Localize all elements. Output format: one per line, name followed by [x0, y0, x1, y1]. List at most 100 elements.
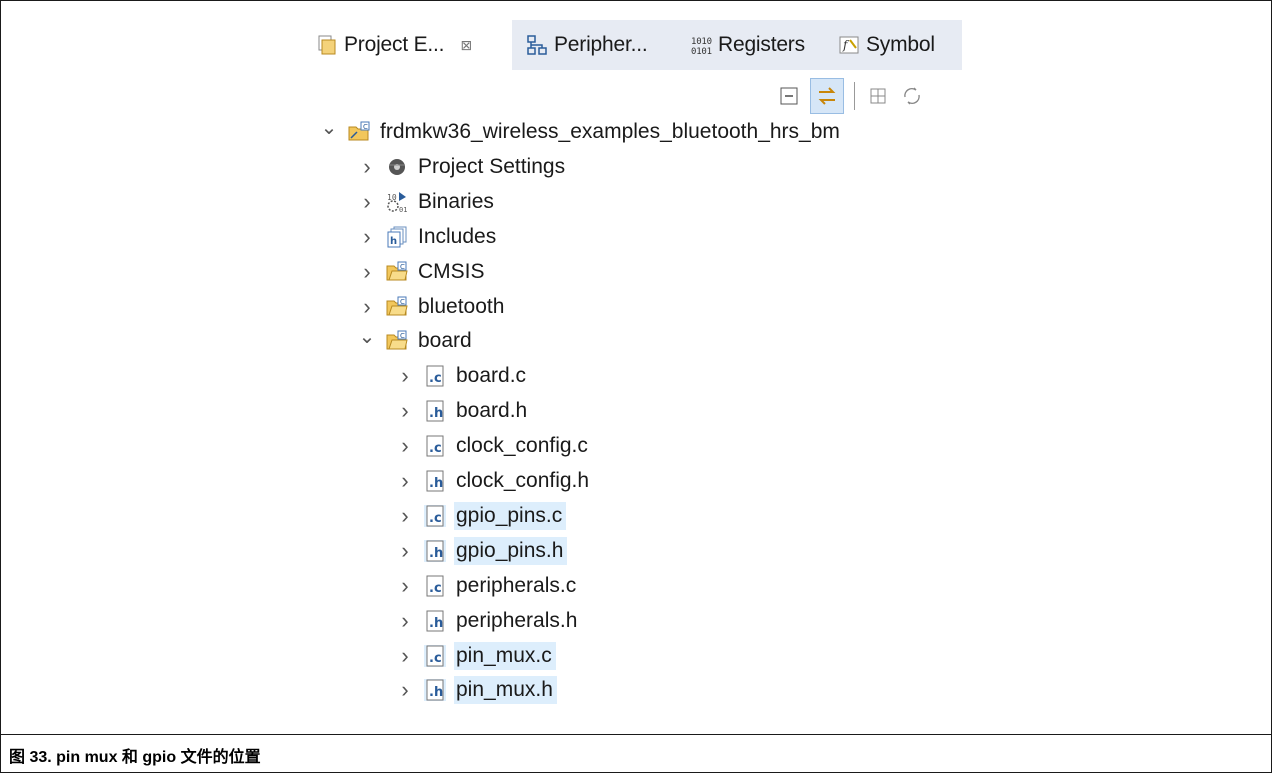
chevron-right-icon[interactable]: ›	[396, 398, 414, 424]
svg-text:C: C	[400, 332, 405, 340]
link-with-editor-button[interactable]	[810, 78, 844, 114]
project-explorer-icon	[318, 35, 336, 55]
tree-item-label: CMSIS	[418, 259, 485, 283]
tree-item-label: board.c	[456, 364, 527, 388]
tab-symbol[interactable]: f Symbol	[832, 20, 962, 70]
caption-divider	[1, 734, 1271, 735]
tree-item[interactable]: › .c peripherals.c	[396, 569, 580, 603]
chevron-right-icon[interactable]: ›	[396, 468, 414, 494]
svg-text:.c: .c	[429, 651, 442, 666]
view-toolbar	[776, 76, 933, 116]
peripherals-icon	[527, 35, 547, 55]
tab-label: Registers	[718, 33, 805, 56]
figure-caption: 图 33. pin mux 和 gpio 文件的位置	[9, 749, 261, 766]
tree-item[interactable]: › 10 01 Binaries	[358, 185, 498, 219]
tree-item-label: Includes	[418, 224, 497, 248]
registers-icon: 1010 0101	[691, 37, 712, 56]
tree-item-label: Project Settings	[418, 154, 566, 178]
project-folder-icon: C	[348, 121, 370, 143]
view-tab-bar: Project E... ⊠ Peripher... 1010 0101 Reg…	[310, 20, 962, 70]
chevron-right-icon[interactable]: ›	[358, 154, 376, 180]
chevron-right-icon[interactable]: ›	[396, 677, 414, 703]
symbol-icon: f	[839, 36, 859, 54]
h-file-icon: .h	[424, 539, 446, 562]
tree-item[interactable]: ⌄ Cfrdmkw36_wireless_examples_bluetooth_h…	[320, 115, 844, 149]
svg-text:1010: 1010	[691, 37, 712, 47]
svg-text:C: C	[363, 123, 368, 131]
tree-item[interactable]: › .h gpio_pins.h	[396, 534, 568, 568]
sync-icon	[904, 87, 920, 105]
c-file-icon: .c	[424, 504, 446, 527]
source-folder-icon: C	[386, 296, 408, 318]
source-folder-icon: C	[386, 330, 408, 352]
chevron-right-icon[interactable]: ›	[396, 538, 414, 564]
tree-item[interactable]: ⌄ Cboard	[358, 324, 476, 358]
tree-item[interactable]: › Project Settings	[358, 150, 569, 184]
tree-item-label: frdmkw36_wireless_examples_bluetooth_hrs…	[380, 120, 840, 143]
close-icon[interactable]: ⊠	[460, 37, 472, 54]
chevron-right-icon[interactable]: ›	[358, 259, 376, 285]
chevron-right-icon[interactable]: ›	[396, 643, 414, 669]
includes-icon: h	[386, 226, 408, 248]
svg-text:C: C	[400, 298, 405, 306]
chevron-right-icon[interactable]: ›	[358, 224, 376, 250]
tree-item-label: board.h	[456, 399, 528, 423]
tree-item[interactable]: › .h clock_config.h	[396, 464, 593, 498]
tab-label: Peripher...	[554, 33, 648, 56]
svg-text:.h: .h	[429, 476, 443, 491]
tab-project-explorer[interactable]: Project E... ⊠	[310, 20, 518, 70]
svg-text:.c: .c	[429, 511, 442, 526]
svg-text:0101: 0101	[691, 47, 712, 56]
filter-icon	[870, 88, 886, 104]
tree-item[interactable]: › .c pin_mux.c	[396, 639, 556, 673]
c-file-icon: .c	[424, 365, 446, 387]
chevron-right-icon[interactable]: ›	[358, 294, 376, 320]
h-file-icon: .h	[424, 610, 446, 632]
tree-item[interactable]: › Cbluetooth	[358, 290, 508, 324]
h-file-icon: .h	[424, 470, 446, 492]
chevron-right-icon[interactable]: ›	[396, 573, 414, 599]
tab-label: Symbol	[866, 33, 935, 56]
tree-item-label: peripherals.c	[456, 573, 577, 597]
tree-item[interactable]: › .c board.c	[396, 359, 530, 393]
h-file-icon: .h	[424, 679, 446, 702]
chevron-right-icon[interactable]: ›	[396, 503, 414, 529]
c-file-icon: .c	[424, 575, 446, 597]
tree-item-label: board	[418, 329, 472, 353]
svg-text:.c: .c	[429, 441, 442, 456]
collapse-all-icon	[780, 87, 798, 105]
svg-text:.h: .h	[429, 546, 443, 561]
tree-item-label: clock_config.h	[456, 469, 590, 492]
chevron-down-icon[interactable]: ⌄	[358, 324, 376, 349]
svg-text:.c: .c	[429, 581, 442, 596]
svg-text:.h: .h	[429, 685, 443, 700]
tree-item-label: Binaries	[418, 189, 494, 213]
svg-text:h: h	[390, 236, 397, 247]
settings-icon	[386, 156, 408, 178]
chevron-right-icon[interactable]: ›	[396, 433, 414, 459]
tree-item[interactable]: › .h pin_mux.h	[396, 673, 557, 707]
chevron-right-icon[interactable]: ›	[396, 363, 414, 389]
chevron-down-icon[interactable]: ⌄	[320, 115, 338, 140]
tab-registers[interactable]: 1010 0101 Registers	[684, 20, 832, 70]
tree-item-label: gpio_pins.h	[454, 536, 568, 565]
binaries-icon: 10 01	[386, 191, 408, 214]
toolbar-separator	[854, 82, 855, 110]
svg-text:.h: .h	[429, 616, 443, 631]
tree-item[interactable]: › h Includes	[358, 220, 500, 254]
chevron-right-icon[interactable]: ›	[358, 189, 376, 215]
collapse-all-button[interactable]	[776, 83, 802, 109]
tab-peripherals[interactable]: Peripher...	[512, 20, 684, 70]
tree-item[interactable]: › .h peripherals.h	[396, 604, 581, 638]
tree-item[interactable]: › .h board.h	[396, 394, 531, 428]
sync-button[interactable]	[899, 83, 925, 109]
tree-item[interactable]: › .c gpio_pins.c	[396, 499, 567, 533]
tree-item[interactable]: › .c clock_config.c	[396, 429, 592, 463]
tree-item-label: pin_mux.h	[454, 676, 557, 705]
tree-item-label: peripherals.h	[456, 608, 578, 632]
chevron-right-icon[interactable]: ›	[396, 608, 414, 634]
filter-button[interactable]	[865, 83, 891, 109]
tree-item[interactable]: › C CMSIS	[358, 255, 489, 289]
h-file-icon: .h	[424, 400, 446, 422]
tree-item-label: gpio_pins.c	[454, 501, 567, 530]
